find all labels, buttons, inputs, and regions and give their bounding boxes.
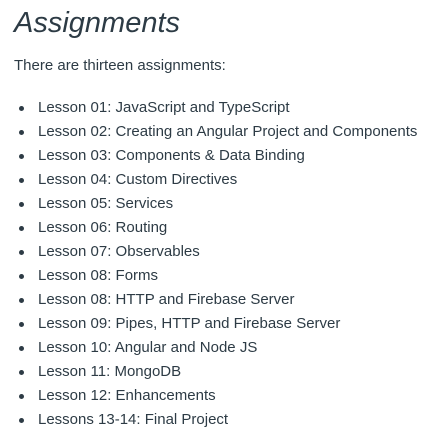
bullet-icon (19, 250, 24, 255)
assignment-label: Lesson 06: Routing (38, 219, 168, 236)
assignment-label: Lessons 13-14: Final Project (38, 411, 229, 428)
list-item: Lesson 08: Forms (14, 264, 442, 288)
list-item: Lesson 09: Pipes, HTTP and Firebase Serv… (14, 312, 442, 336)
assignment-label: Lesson 11: MongoDB (38, 363, 182, 380)
assignment-label: Lesson 05: Services (38, 195, 174, 212)
list-item: Lesson 05: Services (14, 192, 442, 216)
bullet-icon (19, 394, 24, 399)
assignment-label: Lesson 10: Angular and Node JS (38, 339, 258, 356)
bullet-icon (19, 370, 24, 375)
assignment-label: Lesson 01: JavaScript and TypeScript (38, 99, 290, 116)
bullet-icon (19, 130, 24, 135)
bullet-icon (19, 178, 24, 183)
assignment-label: Lesson 07: Observables (38, 243, 200, 260)
assignment-label: Lesson 04: Custom Directives (38, 171, 238, 188)
bullet-icon (19, 202, 24, 207)
assignment-list: Lesson 01: JavaScript and TypeScript Les… (14, 96, 442, 432)
list-item: Lesson 04: Custom Directives (14, 168, 442, 192)
list-item: Lesson 06: Routing (14, 216, 442, 240)
list-item: Lesson 07: Observables (14, 240, 442, 264)
bullet-icon (19, 106, 24, 111)
bullet-icon (19, 226, 24, 231)
bullet-icon (19, 322, 24, 327)
assignment-label: Lesson 02: Creating an Angular Project a… (38, 123, 418, 140)
assignment-label: Lesson 08: HTTP and Firebase Server (38, 291, 295, 308)
bullet-icon (19, 154, 24, 159)
list-item: Lesson 02: Creating an Angular Project a… (14, 120, 442, 144)
page-title: Assignments (14, 7, 181, 39)
bullet-icon (19, 346, 24, 351)
list-item: Lessons 13-14: Final Project (14, 408, 442, 432)
assignment-label: Lesson 12: Enhancements (38, 387, 216, 404)
list-item: Lesson 12: Enhancements (14, 384, 442, 408)
bullet-icon (19, 274, 24, 279)
list-item: Lesson 03: Components & Data Binding (14, 144, 442, 168)
assignment-label: Lesson 03: Components & Data Binding (38, 147, 305, 164)
bullet-icon (19, 298, 24, 303)
intro-text: There are thirteen assignments: (14, 57, 226, 74)
assignment-label: Lesson 08: Forms (38, 267, 159, 284)
assignment-label: Lesson 09: Pipes, HTTP and Firebase Serv… (38, 315, 341, 332)
list-item: Lesson 01: JavaScript and TypeScript (14, 96, 442, 120)
bullet-icon (19, 418, 24, 423)
list-item: Lesson 10: Angular and Node JS (14, 336, 442, 360)
list-item: Lesson 11: MongoDB (14, 360, 442, 384)
list-item: Lesson 08: HTTP and Firebase Server (14, 288, 442, 312)
